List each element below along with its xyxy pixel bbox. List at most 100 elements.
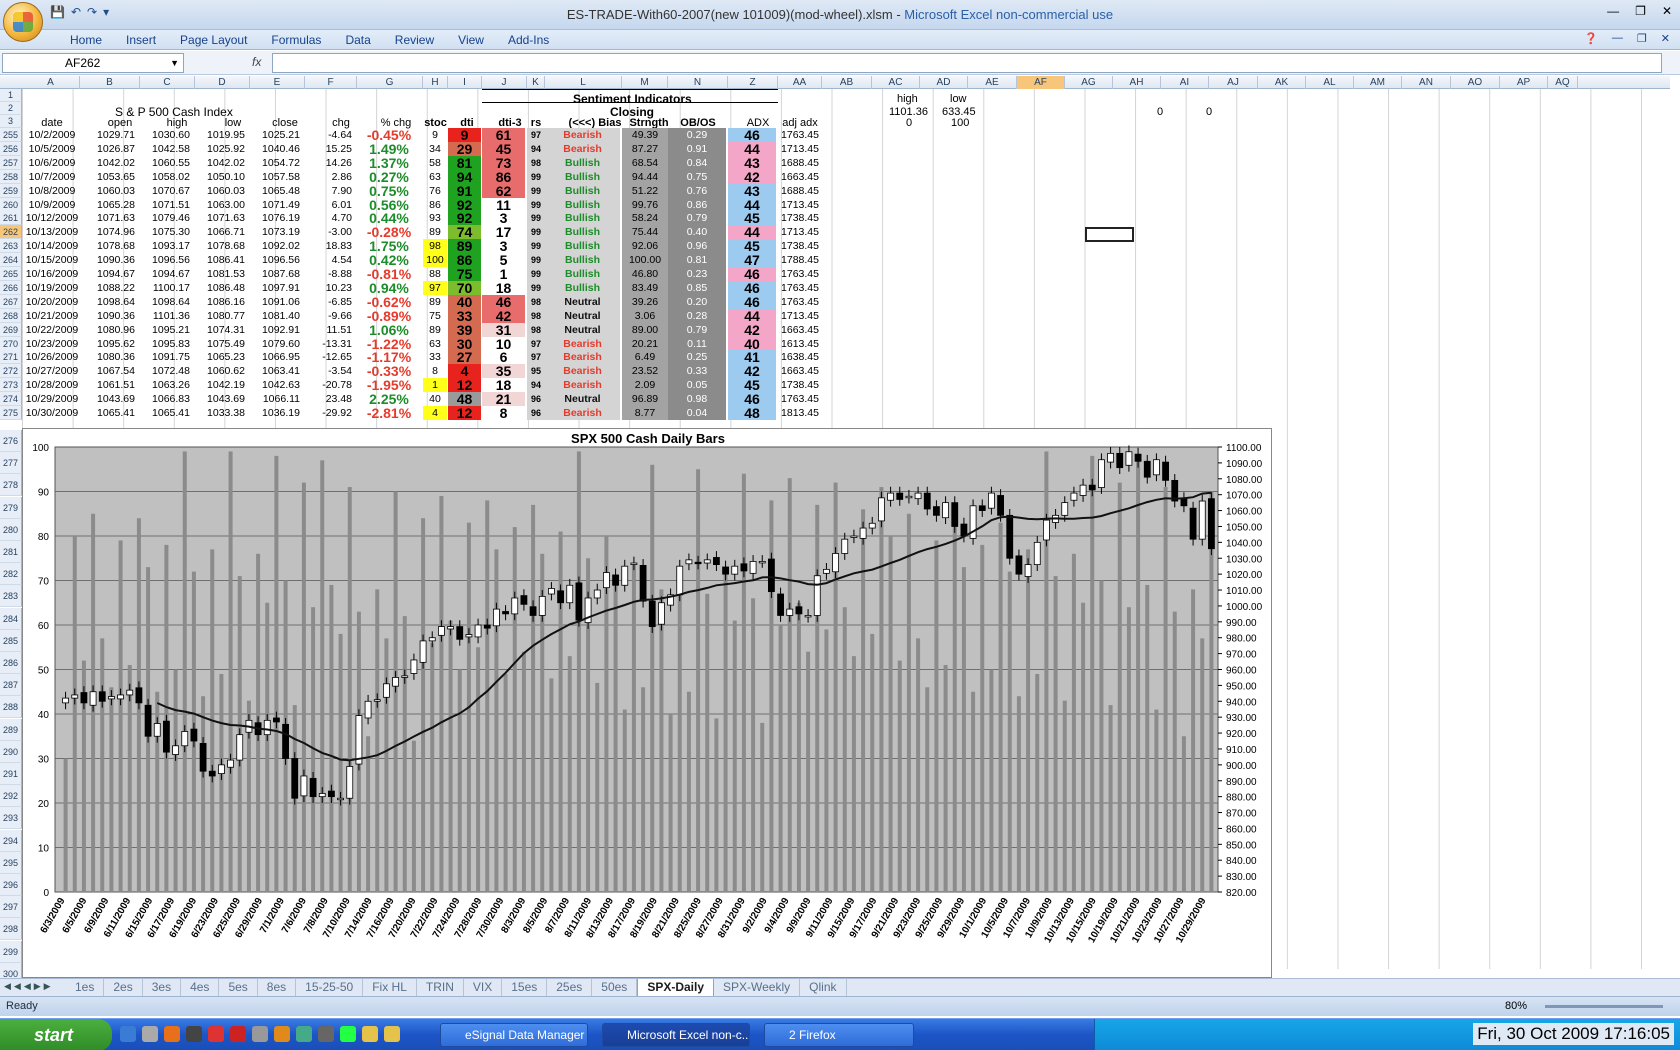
clock[interactable]: Fri, 30 Oct 2009 17:16:05 xyxy=(1473,1023,1674,1045)
cell-AA-261[interactable]: 1738.45 xyxy=(778,211,822,225)
row-header-283[interactable]: 283 xyxy=(0,585,22,608)
cell-A-257[interactable]: 10/6/2009 xyxy=(24,156,80,170)
cell-AA-267[interactable]: 1763.45 xyxy=(778,295,822,309)
row-header-1[interactable]: 1 xyxy=(0,89,22,102)
cell-M-265[interactable]: 46.80 xyxy=(622,267,668,281)
cell-A-273[interactable]: 10/28/2009 xyxy=(24,378,80,392)
cell-B-258[interactable]: 1053.65 xyxy=(80,170,138,184)
cell-H-256[interactable]: 34 xyxy=(423,142,447,156)
cell-D-270[interactable]: 1075.49 xyxy=(195,337,248,351)
cell-M-268[interactable]: 3.06 xyxy=(622,308,668,323)
cell-J-261[interactable]: 3 xyxy=(482,211,525,226)
cell-J-268[interactable]: 42 xyxy=(482,308,525,323)
cell-C-265[interactable]: 1094.67 xyxy=(140,267,193,281)
sheet-tab-15-25-50[interactable]: 15-25-50 xyxy=(296,979,364,997)
cell-Z-264[interactable]: 47 xyxy=(728,253,776,268)
row-header-299[interactable]: 299 xyxy=(0,940,22,963)
col-header-Z[interactable]: Z xyxy=(728,76,778,89)
row-header-281[interactable]: 281 xyxy=(0,541,22,563)
cell-E-265[interactable]: 1087.68 xyxy=(250,267,303,281)
cell-AA-275[interactable]: 1813.45 xyxy=(778,406,822,420)
cell-F-273[interactable]: -20.78 xyxy=(305,378,355,392)
cell-B-264[interactable]: 1090.36 xyxy=(80,253,138,267)
cell-E-271[interactable]: 1066.95 xyxy=(250,350,303,364)
cell-K-274[interactable]: 96 xyxy=(527,392,545,407)
cell-G-262[interactable]: -0.28% xyxy=(357,225,421,239)
cell-K-259[interactable]: 99 xyxy=(527,183,545,198)
cell-H-269[interactable]: 89 xyxy=(423,323,447,337)
cell-H-271[interactable]: 33 xyxy=(423,350,447,364)
cell-Z-275[interactable]: 48 xyxy=(728,406,776,420)
cell-C-257[interactable]: 1060.55 xyxy=(140,156,193,170)
app4-icon[interactable] xyxy=(296,1026,312,1042)
cell-G-263[interactable]: 1.75% xyxy=(357,239,421,253)
cell-B-265[interactable]: 1094.67 xyxy=(80,267,138,281)
cell-N-273[interactable]: 0.05 xyxy=(668,378,726,393)
ribbon-tab-page-layout[interactable]: Page Layout xyxy=(168,32,259,48)
cell-F-266[interactable]: 10.23 xyxy=(305,281,355,295)
minimize-icon[interactable]: — xyxy=(1607,4,1619,18)
cell-AA-268[interactable]: 1713.45 xyxy=(778,309,822,323)
cell-AA-262[interactable]: 1713.45 xyxy=(778,225,822,239)
cell-E-258[interactable]: 1057.58 xyxy=(250,170,303,184)
formula-input[interactable] xyxy=(272,53,1662,73)
row-header-293[interactable]: 293 xyxy=(0,807,22,830)
col-header-AL[interactable]: AL xyxy=(1306,76,1354,89)
row-header-268[interactable]: 268 xyxy=(0,308,22,323)
cell-E-266[interactable]: 1097.91 xyxy=(250,281,303,295)
cell-G-259[interactable]: 0.75% xyxy=(357,184,421,198)
cell-K-264[interactable]: 99 xyxy=(527,253,545,268)
cell-N-255[interactable]: 0.29 xyxy=(668,128,726,142)
cell-B-271[interactable]: 1080.36 xyxy=(80,350,138,364)
cell-G-272[interactable]: -0.33% xyxy=(357,364,421,378)
row-header-298[interactable]: 298 xyxy=(0,918,22,941)
cell-I-267[interactable]: 40 xyxy=(448,294,481,309)
cell-G-264[interactable]: 0.42% xyxy=(357,253,421,267)
cell-M-263[interactable]: 92.06 xyxy=(622,239,668,254)
cell-F-263[interactable]: 18.83 xyxy=(305,239,355,253)
cell-N-258[interactable]: 0.75 xyxy=(668,169,726,184)
cell-A-275[interactable]: 10/30/2009 xyxy=(24,406,80,420)
cell-D-263[interactable]: 1078.68 xyxy=(195,239,248,253)
row-header-287[interactable]: 287 xyxy=(0,674,22,697)
cell-B-269[interactable]: 1080.96 xyxy=(80,323,138,337)
cell-I-273[interactable]: 12 xyxy=(448,378,481,393)
sheet-tab-2es[interactable]: 2es xyxy=(104,979,143,997)
cell-D-269[interactable]: 1074.31 xyxy=(195,323,248,337)
cell-L-257[interactable]: Bullish xyxy=(545,155,620,170)
cell-C-266[interactable]: 1100.17 xyxy=(140,281,193,295)
ie-icon[interactable] xyxy=(120,1026,136,1042)
cell-I-256[interactable]: 29 xyxy=(448,141,481,156)
sheet-tab-3es[interactable]: 3es xyxy=(143,979,182,997)
cell-A-271[interactable]: 10/26/2009 xyxy=(24,350,80,364)
col-header-J[interactable]: J xyxy=(482,76,527,89)
cell-I-269[interactable]: 39 xyxy=(448,322,481,337)
cell-F-264[interactable]: 4.54 xyxy=(305,253,355,267)
cell-M-258[interactable]: 94.44 xyxy=(622,169,668,184)
cell-G-255[interactable]: -0.45% xyxy=(357,128,421,142)
cell-B-261[interactable]: 1071.63 xyxy=(80,211,138,225)
cell-I-262[interactable]: 74 xyxy=(448,225,481,240)
row-header-255[interactable]: 255 xyxy=(0,128,22,142)
col-header-AN[interactable]: AN xyxy=(1402,76,1451,89)
cell-H-273[interactable]: 1 xyxy=(423,378,447,393)
folder2-icon[interactable] xyxy=(384,1026,400,1042)
cell-AA-257[interactable]: 1688.45 xyxy=(778,156,822,170)
row-header-267[interactable]: 267 xyxy=(0,294,22,309)
cell-N-271[interactable]: 0.25 xyxy=(668,350,726,365)
cell-H-265[interactable]: 88 xyxy=(423,267,447,281)
cell-M-270[interactable]: 20.21 xyxy=(622,336,668,351)
row-header-262[interactable]: 262 xyxy=(0,225,22,240)
cell-K-271[interactable]: 97 xyxy=(527,350,545,365)
row-header-258[interactable]: 258 xyxy=(0,169,22,184)
cell-D-268[interactable]: 1080.77 xyxy=(195,309,248,323)
cell-Z-258[interactable]: 42 xyxy=(728,169,776,184)
cell-M-271[interactable]: 6.49 xyxy=(622,350,668,365)
cell-K-273[interactable]: 94 xyxy=(527,378,545,393)
name-box[interactable]: AF262 ▼ xyxy=(2,53,184,73)
cell-I-275[interactable]: 12 xyxy=(448,406,481,420)
col-header-N[interactable]: N xyxy=(668,76,728,89)
sheet-tab-vix[interactable]: VIX xyxy=(464,979,503,997)
col-header-K[interactable]: K xyxy=(527,76,545,89)
cell-I-260[interactable]: 92 xyxy=(448,197,481,212)
